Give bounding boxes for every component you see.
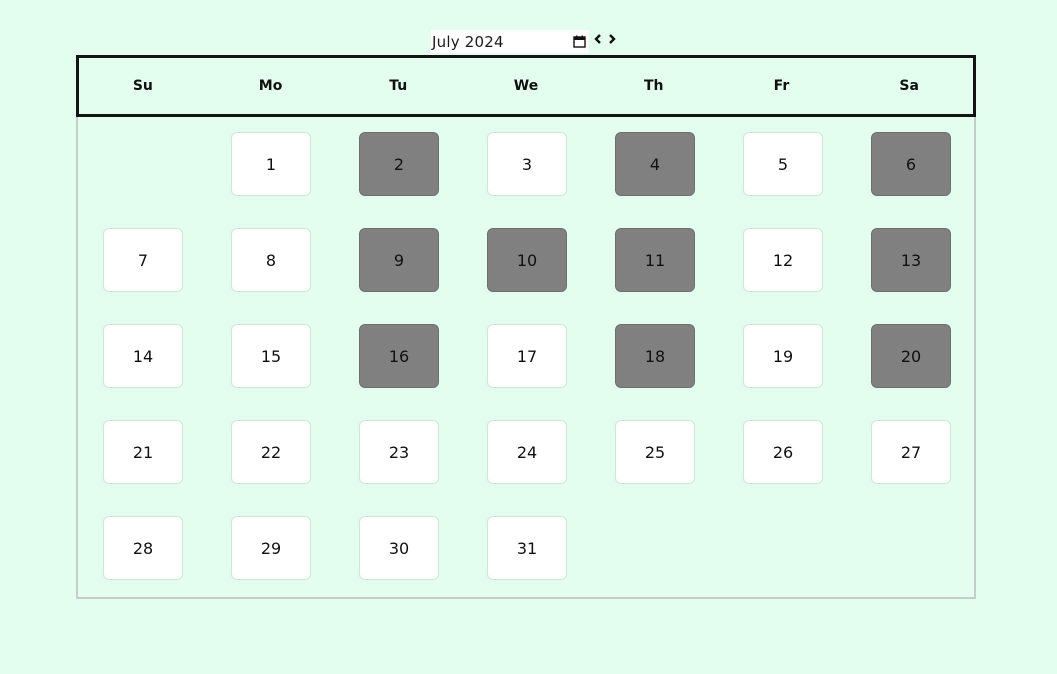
weekday-saturday: Sa bbox=[899, 78, 919, 94]
day-cell-2[interactable]: 2 bbox=[359, 132, 439, 196]
day-cell-7[interactable]: 7 bbox=[103, 228, 183, 292]
day-cell-18[interactable]: 18 bbox=[615, 324, 695, 388]
day-cell-14[interactable]: 14 bbox=[103, 324, 183, 388]
calendar-icon[interactable] bbox=[573, 35, 586, 48]
month-picker-value: July 2024 bbox=[432, 32, 504, 51]
month-picker-input[interactable]: July 2024 bbox=[431, 30, 589, 53]
day-cell-11[interactable]: 11 bbox=[615, 228, 695, 292]
day-cell-29[interactable]: 29 bbox=[231, 516, 311, 580]
weekday-header: Su Mo Tu We Th Fr Sa bbox=[76, 55, 976, 117]
day-cell-24[interactable]: 24 bbox=[487, 420, 567, 484]
day-cell-3[interactable]: 3 bbox=[487, 132, 567, 196]
weekday-monday: Mo bbox=[258, 78, 283, 94]
day-cell-31[interactable]: 31 bbox=[487, 516, 567, 580]
day-cell-27[interactable]: 27 bbox=[871, 420, 951, 484]
day-cell-17[interactable]: 17 bbox=[487, 324, 567, 388]
weekday-tuesday: Tu bbox=[389, 78, 408, 94]
day-cell-19[interactable]: 19 bbox=[743, 324, 823, 388]
day-cell-13[interactable]: 13 bbox=[871, 228, 951, 292]
day-cell-12[interactable]: 12 bbox=[743, 228, 823, 292]
day-cell-4[interactable]: 4 bbox=[615, 132, 695, 196]
day-cell-25[interactable]: 25 bbox=[615, 420, 695, 484]
day-cell-10[interactable]: 10 bbox=[487, 228, 567, 292]
day-cell-23[interactable]: 23 bbox=[359, 420, 439, 484]
weekday-thursday: Th bbox=[643, 78, 664, 94]
day-cell-1[interactable]: 1 bbox=[231, 132, 311, 196]
day-cell-28[interactable]: 28 bbox=[103, 516, 183, 580]
weekday-wednesday: We bbox=[513, 78, 539, 94]
day-cell-21[interactable]: 21 bbox=[103, 420, 183, 484]
day-cell-22[interactable]: 22 bbox=[231, 420, 311, 484]
chevron-right-icon[interactable] bbox=[607, 33, 617, 45]
day-cell-16[interactable]: 16 bbox=[359, 324, 439, 388]
day-cell-9[interactable]: 9 bbox=[359, 228, 439, 292]
day-cell-20[interactable]: 20 bbox=[871, 324, 951, 388]
day-cell-15[interactable]: 15 bbox=[231, 324, 311, 388]
day-cell-30[interactable]: 30 bbox=[359, 516, 439, 580]
day-cell-5[interactable]: 5 bbox=[743, 132, 823, 196]
calendar-grid: Su Mo Tu We Th Fr Sa 1 2 3 4 5 6 7 8 9 10 11 12 13 14… bbox=[76, 55, 976, 599]
day-cell-6[interactable]: 6 bbox=[871, 132, 951, 196]
day-cell-26[interactable]: 26 bbox=[743, 420, 823, 484]
day-cell-8[interactable]: 8 bbox=[231, 228, 311, 292]
weekday-sunday: Su bbox=[132, 78, 153, 94]
chevron-left-icon[interactable] bbox=[593, 33, 603, 45]
weekday-friday: Fr bbox=[773, 78, 790, 94]
